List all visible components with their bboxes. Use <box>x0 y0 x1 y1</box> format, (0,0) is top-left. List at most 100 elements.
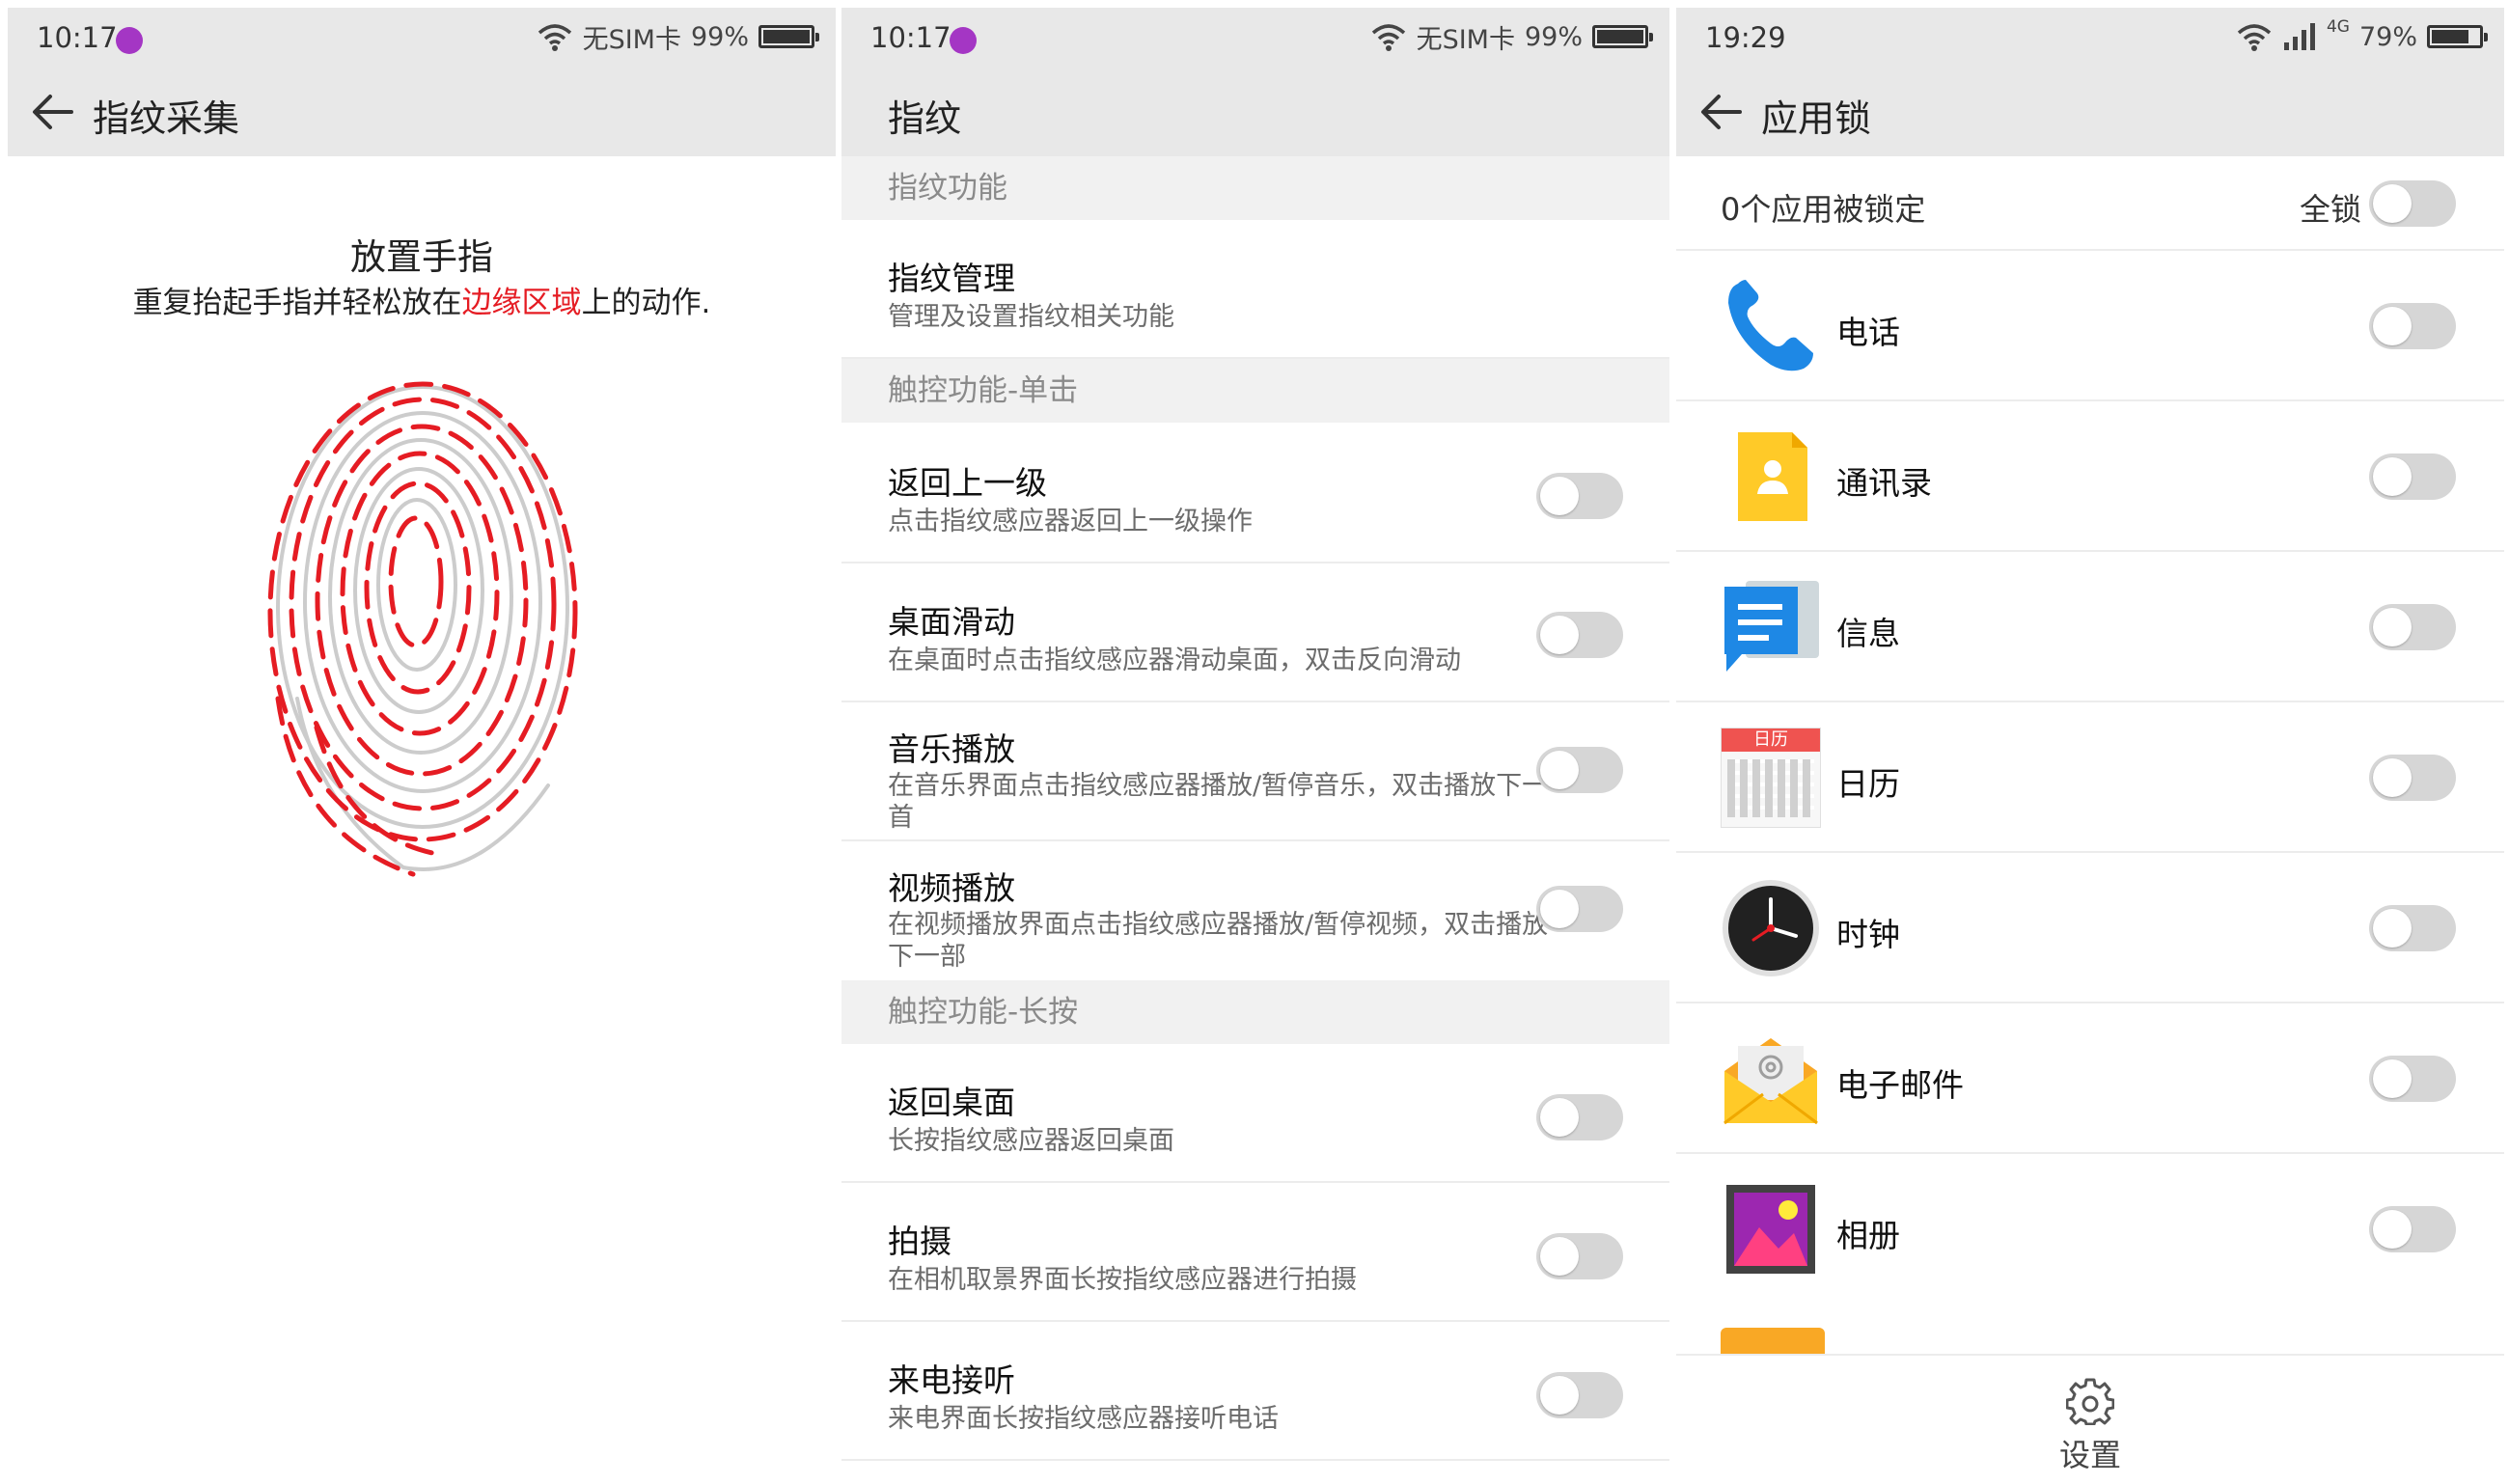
page-title: 指纹 <box>888 97 962 140</box>
status-right: 无SIM卡 99% <box>537 17 819 56</box>
messages-icon <box>1724 581 1819 672</box>
toggle-switch[interactable] <box>1536 747 1623 793</box>
app-bar: 应用锁 <box>1676 68 2504 156</box>
settings-button[interactable]: 设置 <box>1676 1431 2504 1475</box>
toggle-knob <box>2373 1210 2412 1249</box>
app-row-messages[interactable]: 信息 <box>1676 552 2504 702</box>
setting-title: 视频播放 <box>888 869 1015 907</box>
toggle-knob <box>1540 477 1579 515</box>
capture-heading: 放置手指 <box>350 236 493 278</box>
calendar-icon: 日历 <box>1721 728 1821 828</box>
notification-icon <box>950 27 977 54</box>
toggle-knob <box>1540 890 1579 928</box>
app-bar: 指纹 <box>841 68 1669 156</box>
toggle-switch[interactable] <box>1536 1233 1623 1279</box>
app-name: 信息 <box>1836 615 1900 652</box>
toggle-switch[interactable] <box>1536 1372 1623 1418</box>
contacts-icon <box>1738 432 1807 521</box>
app-row-contacts[interactable]: 通讯录 <box>1676 401 2504 552</box>
setting-music-play[interactable]: 音乐播放 在音乐界面点击指纹感应器播放/暂停音乐，双击播放下一首 <box>841 702 1669 841</box>
setting-shoot[interactable]: 拍摄 在相机取景界面长按指纹感应器进行拍摄 <box>841 1183 1669 1322</box>
status-time: 10:17 <box>870 21 951 54</box>
app-row-phone[interactable]: 电话 <box>1676 251 2504 401</box>
app-row-calendar[interactable]: 日历 日历 <box>1676 702 2504 853</box>
setting-desc: 在相机取景界面长按指纹感应器进行拍摄 <box>888 1265 1357 1295</box>
toggle-switch[interactable] <box>2369 1056 2456 1102</box>
setting-desc: 长按指纹感应器返回桌面 <box>888 1126 1174 1156</box>
gear-icon[interactable] <box>2066 1377 2114 1425</box>
app-row-email[interactable]: 电子邮件 <box>1676 1003 2504 1154</box>
battery-percent: 99% <box>690 21 749 52</box>
toggle-switch[interactable] <box>1536 612 1623 658</box>
toggle-knob <box>1540 1376 1579 1415</box>
sim-status: 无SIM卡 <box>1416 24 1515 55</box>
app-row-gallery[interactable]: 相册 <box>1676 1154 2504 1305</box>
phone-icon <box>1728 280 1813 371</box>
app-row-clock[interactable]: 时钟 <box>1676 853 2504 1003</box>
app-name: 电子邮件 <box>1836 1066 1964 1104</box>
folder-icon <box>1721 1328 1825 1355</box>
toggle-knob <box>2373 1059 2412 1098</box>
app-name: 日历 <box>1836 765 1900 803</box>
toggle-knob <box>1540 1237 1579 1276</box>
setting-desc: 点击指纹感应器返回上一级操作 <box>888 507 1253 536</box>
setting-desc: 在音乐界面点击指纹感应器播放/暂停音乐，双击播放下一首 <box>888 771 1549 833</box>
back-arrow-icon[interactable] <box>29 91 75 133</box>
status-bar: 19:29 4G 79% <box>1676 8 2504 68</box>
setting-desc: 来电界面长按指纹感应器接听电话 <box>888 1404 1279 1434</box>
setting-desc: 在桌面时点击指纹感应器滑动桌面，双击反向滑动 <box>888 646 1461 675</box>
section-header-single-tap: 触控功能-单击 <box>841 359 1669 423</box>
setting-desktop-slide[interactable]: 桌面滑动 在桌面时点击指纹感应器滑动桌面，双击反向滑动 <box>841 563 1669 702</box>
toggle-switch[interactable] <box>1536 886 1623 932</box>
toggle-switch[interactable] <box>2369 303 2456 349</box>
setting-answer-call[interactable]: 来电接听 来电界面长按指纹感应器接听电话 <box>841 1322 1669 1461</box>
wifi-icon <box>538 24 571 51</box>
app-name: 时钟 <box>1836 916 1900 953</box>
section-header-long-press: 触控功能-长按 <box>841 980 1669 1044</box>
setting-return-home[interactable]: 返回桌面 长按指纹感应器返回桌面 <box>841 1044 1669 1183</box>
toggle-knob <box>1540 616 1579 654</box>
setting-title: 返回桌面 <box>888 1084 1015 1121</box>
setting-fingerprint-management[interactable]: 指纹管理 管理及设置指纹相关功能 <box>841 220 1669 359</box>
page-title: 指纹采集 <box>93 97 240 140</box>
instruction-pre: 重复抬起手指并轻松放在 <box>132 286 462 320</box>
toggle-knob <box>1540 1098 1579 1137</box>
setting-video-play[interactable]: 视频播放 在视频播放界面点击指纹感应器播放/暂停视频，双击播放下一部 <box>841 841 1669 980</box>
app-name: 电话 <box>1836 314 1900 351</box>
bottom-bar: 设置 <box>1676 1354 2504 1484</box>
toggle-switch[interactable] <box>1536 473 1623 519</box>
instruction-highlight: 边缘区域 <box>461 286 582 320</box>
locked-count: 0个应用被锁定 <box>1721 191 1926 228</box>
back-arrow-icon[interactable] <box>1697 91 1744 133</box>
battery-icon <box>2427 25 2488 48</box>
status-bar: 10:17 无SIM卡 99% <box>8 8 836 68</box>
setting-desc: 管理及设置指纹相关功能 <box>888 302 1174 332</box>
lock-all-toggle[interactable] <box>2369 180 2456 227</box>
wifi-icon <box>2237 24 2272 51</box>
lock-all-label: 全锁 <box>2299 191 2361 228</box>
calendar-icon-header: 日历 <box>1722 728 1820 752</box>
toggle-switch[interactable] <box>2369 755 2456 801</box>
fingerprint-capture-screen: 10:17 无SIM卡 99% 指纹采集 放置手指 重复抬起手指并轻松放在边缘区… <box>8 8 836 1484</box>
toggle-knob <box>2373 909 2412 948</box>
lock-summary-row: 0个应用被锁定 全锁 <box>1676 156 2504 251</box>
setting-title: 来电接听 <box>888 1361 1015 1399</box>
battery-icon <box>1592 25 1653 48</box>
toggle-knob <box>2373 184 2412 223</box>
toggle-switch[interactable] <box>1536 1094 1623 1140</box>
toggle-switch[interactable] <box>2369 905 2456 951</box>
toggle-knob <box>2373 457 2412 496</box>
calendar-grid <box>1727 759 1814 817</box>
toggle-switch[interactable] <box>2369 453 2456 500</box>
app-lock-screen: 19:29 4G 79% 应用锁 0个应用被锁定 全锁 电话 通讯录 信息 日历… <box>1676 8 2504 1484</box>
toggle-knob <box>2373 608 2412 646</box>
toggle-switch[interactable] <box>2369 604 2456 650</box>
clock-icon <box>1723 880 1819 976</box>
page-title: 应用锁 <box>1761 97 1872 140</box>
fingerprint-settings-screen: 10:17 无SIM卡 99% 指纹 指纹功能 指纹管理 管理及设置指纹相关功能… <box>841 8 1669 1484</box>
gallery-icon <box>1726 1185 1815 1274</box>
battery-percent: 79% <box>2358 21 2417 52</box>
toggle-switch[interactable] <box>2369 1206 2456 1252</box>
app-name: 通讯录 <box>1836 464 1932 502</box>
setting-back[interactable]: 返回上一级 点击指纹感应器返回上一级操作 <box>841 423 1669 563</box>
